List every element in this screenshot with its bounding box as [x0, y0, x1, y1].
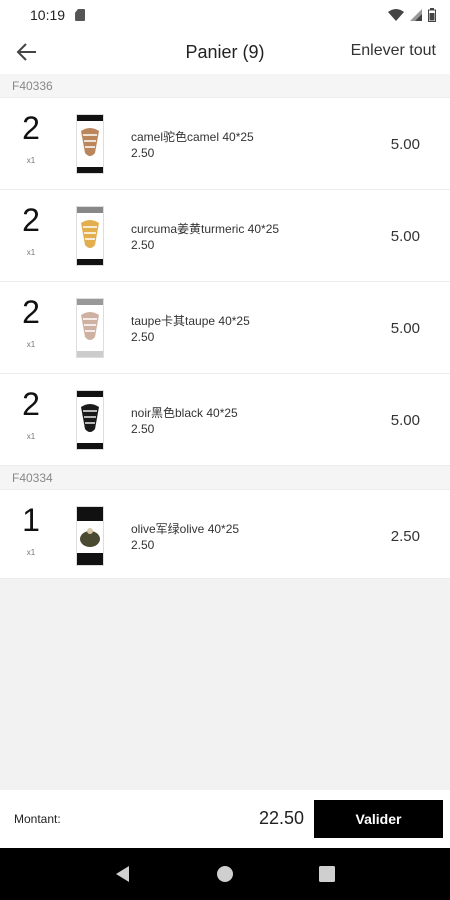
- app-header: Panier (9) Enlever tout: [0, 30, 450, 74]
- item-quantity: 2: [22, 110, 40, 146]
- back-button[interactable]: [14, 40, 40, 64]
- item-unit-price: 2.50: [131, 422, 155, 436]
- item-unit: x1: [26, 340, 36, 349]
- item-unit-price: 2.50: [131, 146, 155, 160]
- wifi-icon: [388, 9, 404, 21]
- item-total: 5.00: [390, 320, 420, 337]
- item-name: olive军绿olive 40*25: [131, 522, 240, 536]
- nav-recents-button[interactable]: [315, 862, 339, 886]
- item-total: 5.00: [390, 228, 420, 245]
- product-thumbnail[interactable]: [76, 206, 104, 266]
- item-quantity: 1: [22, 502, 40, 538]
- item-unit-price: 2.50: [131, 238, 155, 252]
- nav-recents-square-icon: [319, 866, 335, 882]
- item-name: camel驼色camel 40*25: [131, 130, 254, 144]
- system-nav-bar: [0, 848, 450, 900]
- product-thumbnail[interactable]: [76, 390, 104, 450]
- status-bar: 10:19: [0, 0, 450, 30]
- cart-item[interactable]: 2 x1 taupe卡其taupe 40*25 2.50 5.00: [0, 282, 450, 374]
- cart-screen: 10:19 Panier (9) Enlever tout F40336 2 x…: [0, 0, 450, 900]
- product-thumbnail[interactable]: [76, 114, 104, 174]
- cart-item[interactable]: 1 x1 olive军绿olive 40*25 2.50 2.50: [0, 490, 450, 579]
- cart-item[interactable]: 2 x1 curcuma姜黄turmeric 40*25 2.50 5.00: [0, 190, 450, 282]
- item-name: curcuma姜黄turmeric 40*25: [131, 222, 280, 236]
- cart-item[interactable]: 2 x1 noir黑色black 40*25 2.50 5.00: [0, 374, 450, 466]
- item-unit: x1: [26, 432, 36, 441]
- item-quantity: 2: [22, 386, 40, 422]
- validate-button[interactable]: Valider: [314, 800, 443, 838]
- item-name: noir黑色black 40*25: [131, 406, 238, 420]
- amount-label: Montant:: [14, 812, 61, 826]
- item-unit-price: 2.50: [131, 538, 155, 552]
- arrow-left-icon: [16, 43, 36, 61]
- item-total: 5.00: [390, 412, 420, 429]
- product-thumbnail[interactable]: [76, 298, 104, 358]
- amount-value: 22.50: [258, 808, 304, 828]
- item-unit: x1: [26, 156, 36, 165]
- product-thumbnail[interactable]: [76, 506, 104, 566]
- status-time: 10:19: [30, 7, 66, 23]
- status-icons: [388, 8, 436, 22]
- sd-card-icon: [75, 9, 86, 21]
- item-quantity: 2: [22, 294, 40, 330]
- checkout-bar: Montant: 22.50 Valider: [0, 790, 450, 848]
- cart-list: F40336 2 x1 camel驼色camel 40*25 2.50 5.00…: [0, 74, 450, 579]
- battery-icon: [428, 8, 436, 22]
- signal-icon: [410, 9, 422, 21]
- group-header: F40334: [0, 466, 450, 490]
- clear-all-button[interactable]: Enlever tout: [351, 42, 436, 60]
- nav-back-triangle-icon: [116, 866, 129, 882]
- item-name: taupe卡其taupe 40*25: [131, 314, 250, 328]
- item-total: 2.50: [390, 528, 420, 545]
- nav-home-circle-icon: [217, 866, 233, 882]
- item-quantity: 2: [22, 202, 40, 238]
- item-unit: x1: [26, 248, 36, 257]
- nav-home-button[interactable]: [213, 862, 237, 886]
- item-total: 5.00: [390, 136, 420, 153]
- nav-back-button[interactable]: [111, 862, 135, 886]
- group-header: F40336: [0, 74, 450, 98]
- cart-item[interactable]: 2 x1 camel驼色camel 40*25 2.50 5.00: [0, 98, 450, 190]
- item-unit: x1: [26, 548, 36, 557]
- item-unit-price: 2.50: [131, 330, 155, 344]
